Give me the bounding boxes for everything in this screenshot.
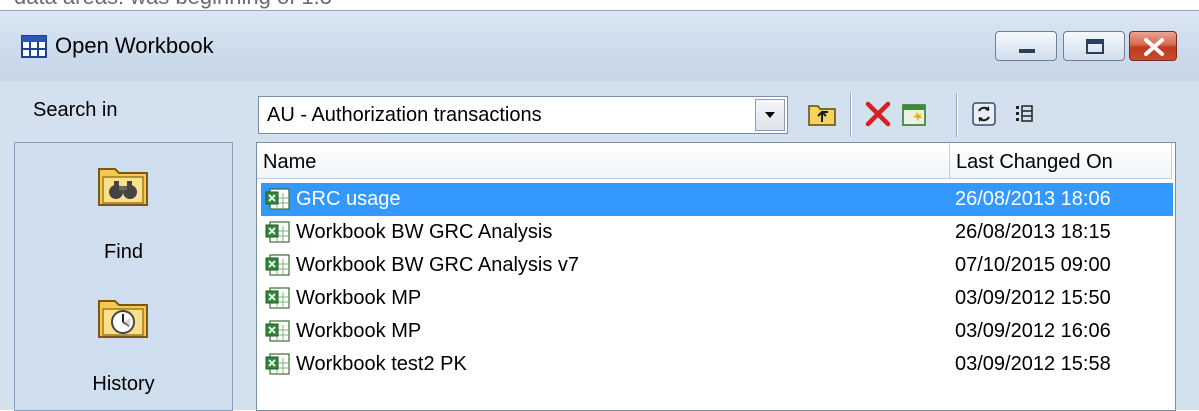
excel-workbook-icon bbox=[265, 352, 291, 376]
places-bar: Find History bbox=[14, 142, 233, 411]
up-folder-icon[interactable] bbox=[806, 98, 838, 130]
sidebar-item-history[interactable]: History bbox=[15, 293, 232, 405]
search-in-value: AU - Authorization transactions bbox=[267, 104, 542, 126]
file-last-changed: 07/10/2015 09:00 bbox=[955, 254, 1111, 276]
clock-folder-icon bbox=[98, 300, 148, 338]
column-header-name[interactable]: Name bbox=[257, 143, 950, 179]
file-row[interactable]: GRC usage 26/08/2013 18:06 bbox=[261, 183, 1173, 216]
maximize-button[interactable] bbox=[1063, 31, 1125, 61]
new-workbook-icon[interactable] bbox=[898, 98, 930, 130]
file-last-changed: 03/09/2012 15:50 bbox=[955, 287, 1111, 309]
search-in-dropdown[interactable]: AU - Authorization transactions bbox=[258, 96, 788, 134]
file-name: Workbook MP bbox=[296, 320, 422, 342]
toolbar-separator bbox=[850, 93, 852, 137]
sidebar-item-label: Find bbox=[104, 241, 143, 263]
file-last-changed: 26/08/2013 18:06 bbox=[955, 188, 1111, 210]
file-row[interactable]: Workbook MP 03/09/2012 16:06 bbox=[261, 315, 1173, 348]
file-last-changed: 26/08/2013 18:15 bbox=[955, 221, 1111, 243]
file-row[interactable]: Workbook BW GRC Analysis 26/08/2013 18:15 bbox=[261, 216, 1173, 249]
file-name: Workbook BW GRC Analysis bbox=[296, 221, 553, 243]
excel-workbook-icon bbox=[265, 253, 291, 277]
window-title: Open Workbook bbox=[55, 33, 214, 58]
close-button[interactable] bbox=[1129, 31, 1177, 61]
background-window-fragment: data areas: was beginning of 1.3 bbox=[0, 0, 1199, 10]
binoculars-folder-icon bbox=[98, 168, 148, 206]
minimize-icon bbox=[1019, 49, 1035, 53]
file-list: Name Last Changed On GRC usage 26/08/2013… bbox=[256, 142, 1176, 411]
file-name: Workbook MP bbox=[296, 287, 422, 309]
file-name: GRC usage bbox=[296, 188, 401, 210]
excel-workbook-icon bbox=[265, 187, 291, 211]
file-last-changed: 03/09/2012 15:58 bbox=[955, 353, 1111, 375]
close-icon bbox=[1144, 38, 1164, 56]
excel-workbook-icon bbox=[265, 220, 291, 244]
excel-workbook-icon bbox=[265, 286, 291, 310]
sidebar-item-label: History bbox=[92, 373, 155, 395]
file-name: Workbook BW GRC Analysis v7 bbox=[296, 254, 580, 276]
title-bar: Open Workbook bbox=[0, 11, 1199, 81]
sidebar-item-find[interactable]: Find bbox=[15, 161, 232, 273]
file-row[interactable]: Workbook MP 03/09/2012 15:50 bbox=[261, 282, 1173, 315]
refresh-icon[interactable] bbox=[968, 98, 1000, 130]
file-row[interactable]: Workbook test2 PK 03/09/2012 15:58 bbox=[261, 348, 1173, 381]
search-in-label: Search in bbox=[33, 99, 118, 121]
file-last-changed: 03/09/2012 16:06 bbox=[955, 320, 1111, 342]
column-header-last-changed[interactable]: Last Changed On bbox=[950, 143, 1172, 179]
minimize-button[interactable] bbox=[995, 31, 1057, 61]
excel-workbook-icon bbox=[265, 319, 291, 343]
toolbar-separator bbox=[956, 93, 958, 137]
workbook-app-icon bbox=[21, 35, 47, 58]
delete-icon[interactable] bbox=[862, 98, 894, 130]
file-row[interactable]: Workbook BW GRC Analysis v7 07/10/2015 09… bbox=[261, 249, 1173, 282]
maximize-icon bbox=[1086, 39, 1104, 54]
chevron-down-icon bbox=[765, 112, 775, 118]
background-text: data areas: was beginning of 1.3 bbox=[14, 0, 332, 10]
details-view-icon[interactable] bbox=[1008, 98, 1040, 130]
open-workbook-dialog: Open Workbook Search in AU - Authorizati… bbox=[0, 10, 1199, 411]
file-name: Workbook test2 PK bbox=[296, 353, 467, 375]
dropdown-button[interactable] bbox=[755, 99, 785, 131]
